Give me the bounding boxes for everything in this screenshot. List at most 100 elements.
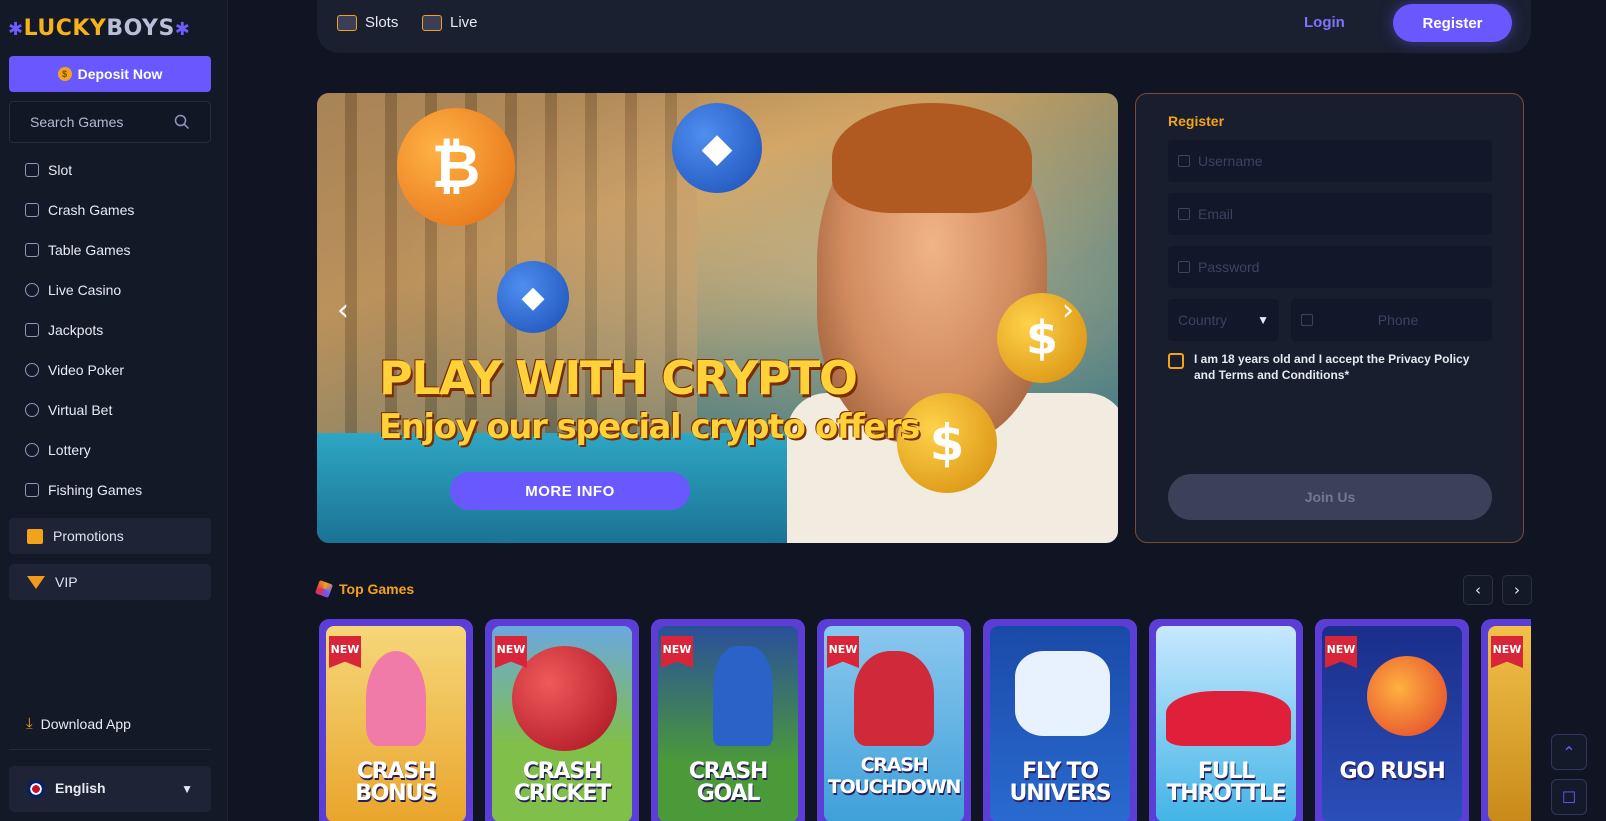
sidebar-item-crash-games[interactable]: Crash Games [0, 190, 228, 230]
gift-icon [27, 528, 43, 544]
lottery-icon [25, 443, 39, 457]
coin-icon: $ [57, 67, 72, 81]
sidebar-item-label: Video Poker [48, 362, 125, 378]
promotions-button[interactable]: Promotions [9, 518, 211, 554]
language-selector[interactable]: English ▼ [9, 766, 211, 812]
cricket-ball-art [512, 646, 617, 751]
more-info-button[interactable]: MORE INFO [450, 472, 690, 510]
tab-label: Live [450, 14, 478, 31]
table-icon [25, 243, 39, 257]
brand-logo[interactable]: ✱LUCKYBOYS✱ [8, 16, 190, 41]
tab-live[interactable]: Live [422, 14, 478, 31]
sidebar-item-fishing-games[interactable]: Fishing Games [0, 470, 228, 510]
new-badge: NEW [1491, 636, 1523, 668]
top-games-title: Top Games [339, 581, 415, 597]
username-input[interactable] [1198, 153, 1478, 169]
game-card[interactable]: NEW CRASH TOUCHDOWN [817, 619, 971, 821]
game-card[interactable]: NEW CRASH CRICKET [485, 619, 639, 821]
password-input[interactable] [1198, 259, 1478, 275]
download-icon: ⤓ [26, 715, 33, 732]
poker-chip-icon [25, 363, 39, 377]
chevron-down-icon: ▼ [181, 782, 193, 796]
user-icon [1178, 155, 1190, 167]
bitcoin-coin-icon: ₿ [397, 108, 515, 226]
phone-field[interactable] [1291, 299, 1492, 341]
email-field[interactable] [1168, 193, 1492, 235]
game-thumbnail: NEW CRASH GOAL [658, 626, 798, 821]
game-card[interactable]: NEW CRASH GOAL [651, 619, 805, 821]
register-title: Register [1168, 113, 1225, 129]
game-card[interactable]: FULL THROTTLE [1149, 619, 1303, 821]
search-icon[interactable] [174, 114, 190, 130]
live-chat-button[interactable]: ☐ [1551, 779, 1587, 815]
promo-banner[interactable]: ₿ ◆ ◆ $ $ ‹ › PLAY WITH CRYPTO Enjoy our… [317, 93, 1118, 543]
games-next-button[interactable]: › [1502, 575, 1532, 605]
register-panel: Register Country ▼ I am 18 years old and… [1135, 93, 1524, 543]
robot-art [1015, 651, 1110, 736]
vip-label: VIP [55, 574, 78, 590]
password-field[interactable] [1168, 246, 1492, 288]
sidebar-item-label: Virtual Bet [48, 402, 113, 418]
sidebar-item-lottery[interactable]: Lottery [0, 430, 228, 470]
download-app-link[interactable]: ⤓ Download App [26, 715, 131, 732]
logo-text-boys: BOYS [106, 16, 175, 41]
slot-machine-icon [337, 14, 357, 31]
chat-icon: ☐ [1561, 787, 1577, 807]
vip-button[interactable]: VIP [9, 564, 211, 600]
login-link[interactable]: Login [1304, 14, 1345, 31]
sidebar-item-label: Table Games [48, 242, 131, 258]
country-placeholder: Country [1178, 312, 1228, 328]
uk-flag-icon [27, 780, 45, 799]
sidebar-item-virtual-bet[interactable]: Virtual Bet [0, 390, 228, 430]
banner-character-hair [832, 103, 1032, 213]
game-card-partial[interactable]: NEW [1481, 619, 1531, 821]
games-prev-button[interactable]: ‹ [1463, 575, 1493, 605]
slot-icon [25, 163, 39, 177]
new-badge: NEW [495, 636, 527, 668]
game-thumbnail: NEW CRASH TOUCHDOWN [824, 626, 964, 821]
sidebar-item-table-games[interactable]: Table Games [0, 230, 228, 270]
sidebar-item-video-poker[interactable]: Video Poker [0, 350, 228, 390]
phone-icon [1301, 314, 1313, 326]
new-badge: NEW [827, 636, 859, 668]
ball-icon [25, 403, 39, 417]
country-select[interactable]: Country ▼ [1168, 299, 1279, 341]
game-thumbnail: NEW GO RUSH [1322, 626, 1462, 821]
register-button[interactable]: Register [1393, 4, 1512, 42]
diamond-icon [27, 575, 45, 589]
search-input[interactable] [30, 114, 170, 130]
tab-slots[interactable]: Slots [337, 14, 398, 31]
banner-headline: PLAY WITH CRYPTO [379, 351, 858, 405]
sidebar-item-jackpots[interactable]: Jackpots [0, 310, 228, 350]
email-input[interactable] [1198, 206, 1478, 222]
search-games-box[interactable] [9, 101, 211, 143]
live-icon [25, 283, 39, 297]
star-icon: ✱ [174, 19, 191, 40]
banner-subline: Enjoy our special crypto offers [379, 407, 920, 447]
deposit-now-button[interactable]: $ Deposit Now [9, 56, 211, 92]
language-current: English [27, 779, 106, 799]
sidebar-item-slot[interactable]: Slot [0, 150, 228, 190]
username-field[interactable] [1168, 140, 1492, 182]
scroll-to-top-button[interactable]: ⌃ [1551, 734, 1587, 770]
game-title: CRASH TOUCHDOWN [827, 754, 962, 798]
download-label: Download App [40, 715, 131, 732]
banner-prev-arrow[interactable]: ‹ [337, 293, 349, 328]
game-card[interactable]: NEW CRASH BONUS [319, 619, 473, 821]
banner-next-arrow[interactable]: › [1062, 293, 1074, 328]
consent-checkbox[interactable] [1168, 353, 1184, 369]
game-card[interactable]: NEW GO RUSH [1315, 619, 1469, 821]
phone-input[interactable] [1323, 312, 1473, 328]
rocket-ball-art [1367, 656, 1447, 736]
language-label: English [55, 779, 106, 796]
join-us-button[interactable]: Join Us [1168, 474, 1492, 520]
lock-icon [1178, 261, 1190, 273]
football-player-art [854, 651, 934, 746]
game-thumbnail: NEW CRASH CRICKET [492, 626, 632, 821]
game-card[interactable]: FLY TO UNIVERS [983, 619, 1137, 821]
game-title: FLY TO UNIVERS [1009, 759, 1112, 806]
sidebar-item-live-casino[interactable]: Live Casino [0, 270, 228, 310]
game-title: FULL THROTTLE [1166, 759, 1286, 806]
chevron-up-icon: ⌃ [1562, 742, 1576, 762]
logo-text-lucky: LUCKY [23, 16, 107, 41]
